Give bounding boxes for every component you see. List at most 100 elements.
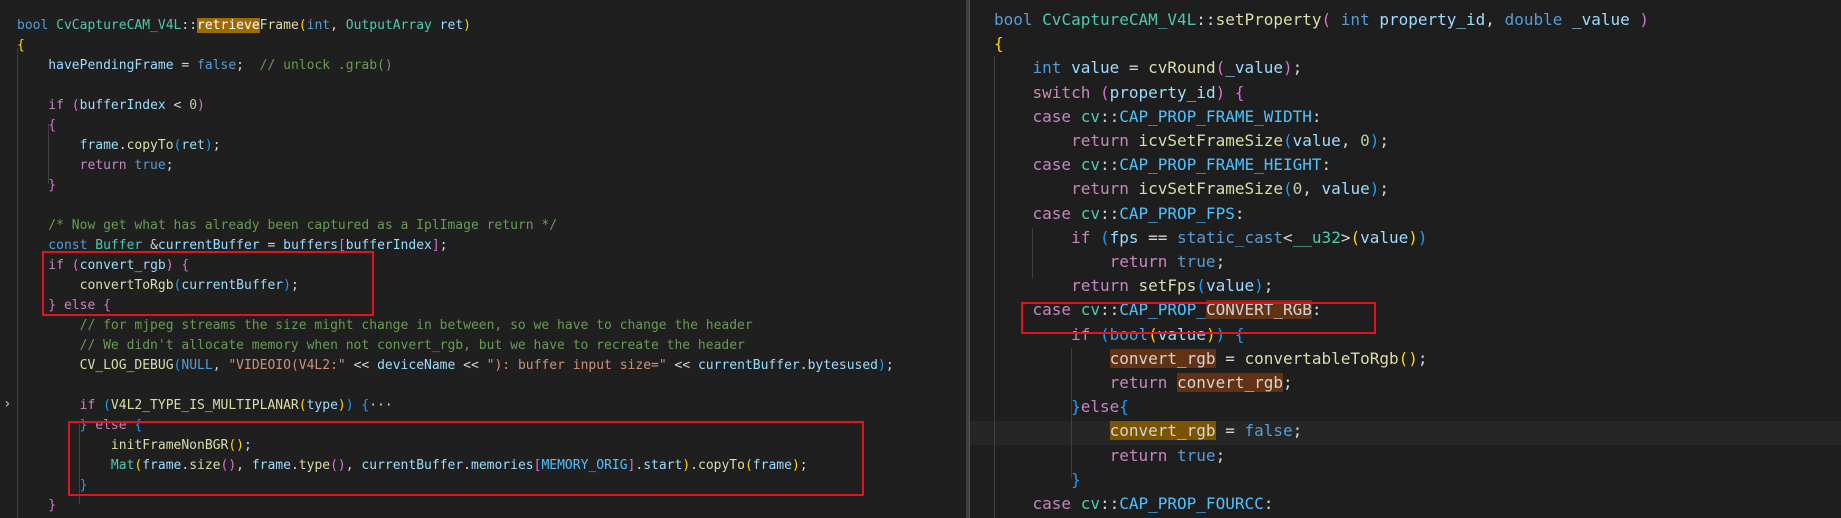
code-line[interactable]: } bbox=[994, 468, 1081, 492]
code-line[interactable]: bool CvCaptureCAM_V4L::setProperty( int … bbox=[994, 8, 1649, 32]
code-token: bufferIndex bbox=[79, 98, 166, 113]
code-line[interactable]: havePendingFrame = false; // unlock .gra… bbox=[17, 56, 393, 76]
code-token: . bbox=[118, 138, 127, 153]
code-token: return bbox=[994, 373, 1178, 392]
code-line[interactable]: case cv::CAP_PROP_FRAME_WIDTH: bbox=[994, 105, 1322, 129]
code-token: value bbox=[1360, 227, 1409, 247]
code-token: NULL bbox=[181, 358, 213, 373]
code-token: } bbox=[17, 178, 57, 193]
code-token: : bbox=[1321, 155, 1332, 175]
code-line[interactable]: switch (property_id) { bbox=[994, 81, 1245, 105]
code-token: ( bbox=[298, 18, 307, 33]
code-token: case bbox=[994, 155, 1081, 175]
code-line[interactable]: CV_LOG_DEBUG(NULL, "VIDEOIO(V4L2:" << de… bbox=[17, 356, 894, 376]
code-token: ) bbox=[1369, 131, 1380, 150]
code-line[interactable]: if (V4L2_TYPE_IS_MULTIPLANAR(type)) {··· bbox=[17, 396, 393, 416]
code-token: ) bbox=[1254, 276, 1264, 296]
code-line[interactable]: } bbox=[17, 176, 56, 196]
code-token: false bbox=[197, 58, 237, 73]
code-token: ; bbox=[1215, 445, 1226, 465]
code-token: icvSetFrameSize bbox=[1138, 179, 1284, 199]
code-token: ( bbox=[1196, 276, 1206, 296]
code-token: ( bbox=[1099, 227, 1110, 247]
code-line[interactable]: // for mjpeg streams the size might chan… bbox=[17, 316, 753, 336]
code-line[interactable]: return icvSetFrameSize(0, value); bbox=[994, 177, 1389, 201]
code-line[interactable]: case cv::CAP_PROP_FPS: bbox=[994, 202, 1245, 226]
code-token: setProperty bbox=[1215, 10, 1322, 29]
code-line[interactable]: case cv::CAP_PROP_FOURCC: bbox=[994, 492, 1274, 516]
code-line[interactable]: /* Now get what has already been capture… bbox=[17, 216, 557, 236]
code-token: currentBuffer bbox=[697, 358, 800, 373]
code-token: { bbox=[1119, 397, 1129, 417]
code-line[interactable]: return true; bbox=[994, 444, 1226, 468]
code-token: _value bbox=[1225, 58, 1284, 78]
code-token: ) bbox=[1629, 10, 1650, 29]
code-token: // unlock .grab() bbox=[259, 58, 393, 73]
code-token: :: bbox=[1099, 106, 1120, 126]
code-line[interactable]: convert_rgb = convertableToRgb(); bbox=[994, 347, 1428, 371]
code-line[interactable]: }else{ bbox=[994, 395, 1129, 419]
code-token: < bbox=[165, 98, 190, 113]
code-token: ; bbox=[236, 58, 260, 73]
code-token: 0 bbox=[189, 98, 198, 113]
code-token: bytesused bbox=[807, 358, 879, 373]
code-token: int bbox=[1340, 10, 1380, 29]
code-token: ) bbox=[1283, 58, 1293, 78]
code-token: if bbox=[994, 227, 1100, 247]
code-token: ; bbox=[1263, 276, 1274, 296]
code-token: int bbox=[994, 58, 1072, 78]
code-line[interactable]: return true; bbox=[17, 156, 174, 176]
code-line[interactable]: if (fps == static_cast<__u32>(value)) bbox=[994, 226, 1428, 250]
code-token: = bbox=[1119, 58, 1149, 78]
code-token: ) bbox=[345, 398, 362, 413]
code-line[interactable]: return true; bbox=[994, 250, 1226, 274]
left-code-editor[interactable]: bool CvCaptureCAM_V4L::retrieveFrame(int… bbox=[0, 0, 966, 518]
code-token: ; bbox=[1417, 348, 1428, 368]
code-token: double bbox=[1504, 10, 1572, 29]
indent-guide bbox=[994, 56, 995, 518]
code-token: deviceName bbox=[377, 358, 456, 373]
code-line[interactable]: { bbox=[17, 36, 25, 56]
code-token: type bbox=[306, 398, 338, 413]
code-token: ] bbox=[431, 238, 440, 253]
code-line[interactable]: bool CvCaptureCAM_V4L::retrieveFrame(int… bbox=[17, 16, 471, 36]
code-token: ; bbox=[439, 238, 448, 253]
code-token: . bbox=[799, 358, 808, 373]
code-token: ) bbox=[463, 18, 471, 33]
code-line[interactable]: } bbox=[17, 496, 56, 516]
code-line[interactable]: case cv::CAP_PROP_FRAME_HEIGHT: bbox=[994, 153, 1332, 177]
code-token: Frame bbox=[259, 18, 299, 33]
code-token: value bbox=[1071, 58, 1120, 78]
code-line[interactable]: return icvSetFrameSize(value, 0); bbox=[994, 129, 1389, 153]
code-token: :: bbox=[1099, 155, 1120, 175]
code-token: _value bbox=[1572, 10, 1630, 29]
code-line[interactable]: return setFps(value); bbox=[994, 274, 1273, 298]
code-line[interactable]: if (bufferIndex < 0) bbox=[17, 96, 205, 116]
code-token: property_id bbox=[1109, 82, 1216, 102]
code-token: ) bbox=[1369, 179, 1380, 199]
code-token: ; bbox=[165, 158, 174, 173]
code-line[interactable]: int value = cvRound(_value); bbox=[994, 56, 1303, 80]
code-token: "): buffer input size=" bbox=[486, 358, 667, 373]
code-token: ret bbox=[181, 138, 205, 153]
code-token: case bbox=[994, 203, 1081, 223]
code-line[interactable]: convert_rgb = false; bbox=[994, 419, 1302, 443]
right-code-editor[interactable]: bool CvCaptureCAM_V4L::setProperty( int … bbox=[969, 0, 1841, 518]
code-token: frame bbox=[17, 138, 119, 153]
code-token: ret bbox=[431, 18, 464, 33]
code-token: ( bbox=[1350, 227, 1361, 247]
code-line[interactable]: { bbox=[994, 32, 1004, 56]
code-token: : bbox=[1263, 494, 1274, 513]
code-line[interactable]: return convert_rgb; bbox=[994, 371, 1293, 395]
code-token: CvCaptureCAM_V4L bbox=[1042, 10, 1197, 29]
code-token: V4L2_TYPE_IS_MULTIPLANAR bbox=[110, 398, 299, 413]
code-token: :: bbox=[1196, 10, 1216, 29]
fold-chevron-icon[interactable]: › bbox=[3, 394, 11, 414]
code-token: ) bbox=[878, 358, 886, 373]
code-token: ( bbox=[1215, 58, 1226, 78]
code-line[interactable]: { bbox=[17, 116, 56, 136]
code-token: ; bbox=[1215, 252, 1226, 271]
code-line[interactable]: // We didn't allocate memory when not co… bbox=[17, 336, 745, 356]
code-token: << bbox=[455, 358, 487, 373]
indent-guide bbox=[1032, 228, 1033, 278]
